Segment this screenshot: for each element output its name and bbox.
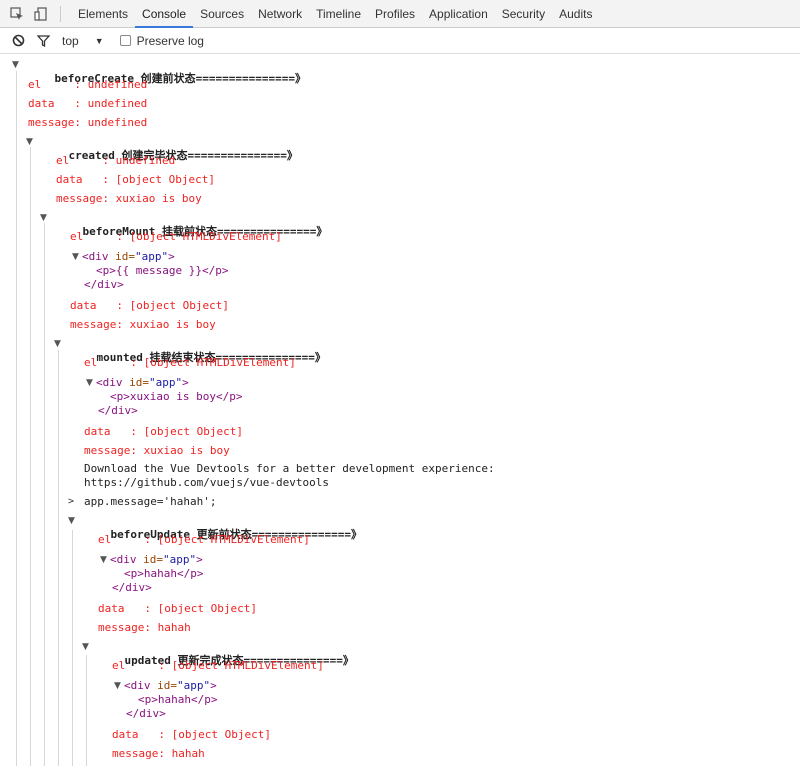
tree-guide: [16, 71, 17, 766]
attr-name: id=: [115, 250, 135, 263]
tree-guide: [44, 223, 45, 766]
expand-triangle-icon[interactable]: ▼: [86, 376, 93, 390]
clear-console-icon[interactable]: [12, 34, 25, 47]
tag-open: <div: [124, 679, 158, 692]
inspect-icon[interactable]: [10, 6, 24, 21]
log-message: message: xuxiao is boy: [70, 318, 216, 331]
log-message: message: xuxiao is boy: [84, 444, 230, 457]
log-message: message: hahah: [112, 747, 205, 760]
toolbar-divider: [60, 5, 61, 22]
expand-triangle-icon[interactable]: ▼: [54, 337, 61, 351]
tab-security[interactable]: Security: [495, 0, 552, 28]
log-message: message: hahah: [98, 621, 191, 634]
log-message: message: xuxiao is boy: [56, 192, 202, 205]
log-el: el : undefined: [56, 154, 176, 167]
dom-node-div-end: </div>: [112, 581, 152, 594]
devtools-hint: Download the Vue Devtools for a better d…: [84, 462, 495, 475]
dom-node-div[interactable]: <div id="app">: [110, 553, 203, 567]
attr-value: "app": [135, 250, 169, 263]
preserve-log-label: Preserve log: [136, 33, 204, 48]
attr-value: "app": [149, 376, 183, 389]
expand-triangle-icon[interactable]: ▼: [72, 250, 79, 264]
log-data: data : undefined: [28, 97, 148, 110]
attr-value: "app": [163, 553, 197, 566]
dom-node-div-end: </div>: [84, 278, 124, 291]
tag-open: <div: [96, 376, 130, 389]
tab-timeline[interactable]: Timeline: [309, 0, 368, 28]
dom-node-p[interactable]: <p>{{ message }}</p>: [96, 264, 228, 278]
chevron-down-icon[interactable]: ▼: [95, 36, 104, 46]
dom-node-div-end: </div>: [126, 707, 166, 720]
expand-triangle-icon[interactable]: ▼: [82, 640, 89, 654]
console-output[interactable]: ▼ beforeCreate 创建前状态===============》 el …: [0, 55, 800, 766]
group-label-cjk: 创建前状态: [140, 72, 196, 85]
expand-triangle-icon[interactable]: ▼: [40, 211, 47, 225]
tree-guide: [30, 147, 31, 766]
group-label-tail: ===============》: [195, 72, 306, 85]
tag-open: <div: [110, 553, 144, 566]
console-filter-bar: top ▼ Preserve log: [0, 28, 800, 54]
log-el: el : [object HTMLDivElement]: [98, 533, 310, 546]
dom-node-div[interactable]: <div id="app">: [124, 679, 217, 693]
log-el: el : [object HTMLDivElement]: [112, 659, 324, 672]
tab-network[interactable]: Network: [251, 0, 309, 28]
tab-profiles[interactable]: Profiles: [368, 0, 422, 28]
log-data: data : [object Object]: [98, 602, 257, 615]
tag-open: <div: [82, 250, 116, 263]
device-icon[interactable]: [34, 6, 48, 21]
devtools-toolbar: Elements Console Sources Network Timelin…: [0, 0, 800, 28]
log-message: message: undefined: [28, 116, 148, 129]
group-label-tail: ===============》: [187, 149, 298, 162]
devtools-link[interactable]: https://github.com/vuejs/vue-devtools: [84, 476, 329, 490]
attr-name: id=: [129, 376, 149, 389]
expand-triangle-icon[interactable]: ▼: [68, 514, 75, 528]
tag-close: >: [182, 376, 189, 389]
expand-triangle-icon[interactable]: ▼: [26, 135, 33, 149]
console-input-echo: app.message='hahah';: [84, 495, 217, 508]
tab-elements[interactable]: Elements: [71, 0, 135, 28]
tree-guide: [86, 655, 87, 766]
preserve-log-checkbox[interactable]: [119, 35, 131, 46]
attr-name: id=: [157, 679, 177, 692]
dom-node-p[interactable]: <p>xuxiao is boy</p>: [110, 390, 242, 404]
expand-triangle-icon[interactable]: ▼: [100, 553, 107, 567]
log-el: el : [object HTMLDivElement]: [70, 230, 282, 243]
tag-close: >: [210, 679, 217, 692]
attr-name: id=: [143, 553, 163, 566]
dom-node-p[interactable]: <p>hahah</p>: [124, 567, 203, 581]
chevron-right-icon: >: [68, 496, 75, 507]
log-el: el : undefined: [28, 78, 148, 91]
context-selector[interactable]: top: [62, 34, 79, 48]
log-data: data : [object Object]: [70, 299, 229, 312]
tab-audits[interactable]: Audits: [552, 0, 599, 28]
log-data: data : [object Object]: [84, 425, 243, 438]
log-data: data : [object Object]: [56, 173, 215, 186]
dom-node-p[interactable]: <p>hahah</p>: [138, 693, 217, 707]
log-data: data : [object Object]: [112, 728, 271, 741]
tab-console[interactable]: Console: [135, 0, 194, 28]
dom-node-div[interactable]: <div id="app">: [96, 376, 189, 390]
expand-triangle-icon[interactable]: ▼: [114, 679, 121, 693]
filter-icon[interactable]: [37, 34, 50, 47]
tag-close: >: [168, 250, 175, 263]
tab-sources[interactable]: Sources: [193, 0, 251, 28]
expand-triangle-icon[interactable]: ▼: [12, 58, 19, 72]
tab-application[interactable]: Application: [422, 0, 495, 28]
tree-guide: [58, 350, 59, 766]
dom-node-div[interactable]: <div id="app">: [82, 250, 175, 264]
tree-guide: [72, 530, 73, 766]
tag-close: >: [196, 553, 203, 566]
attr-value: "app": [177, 679, 211, 692]
log-el: el : [object HTMLDivElement]: [84, 356, 296, 369]
dom-node-div-end: </div>: [98, 404, 138, 417]
